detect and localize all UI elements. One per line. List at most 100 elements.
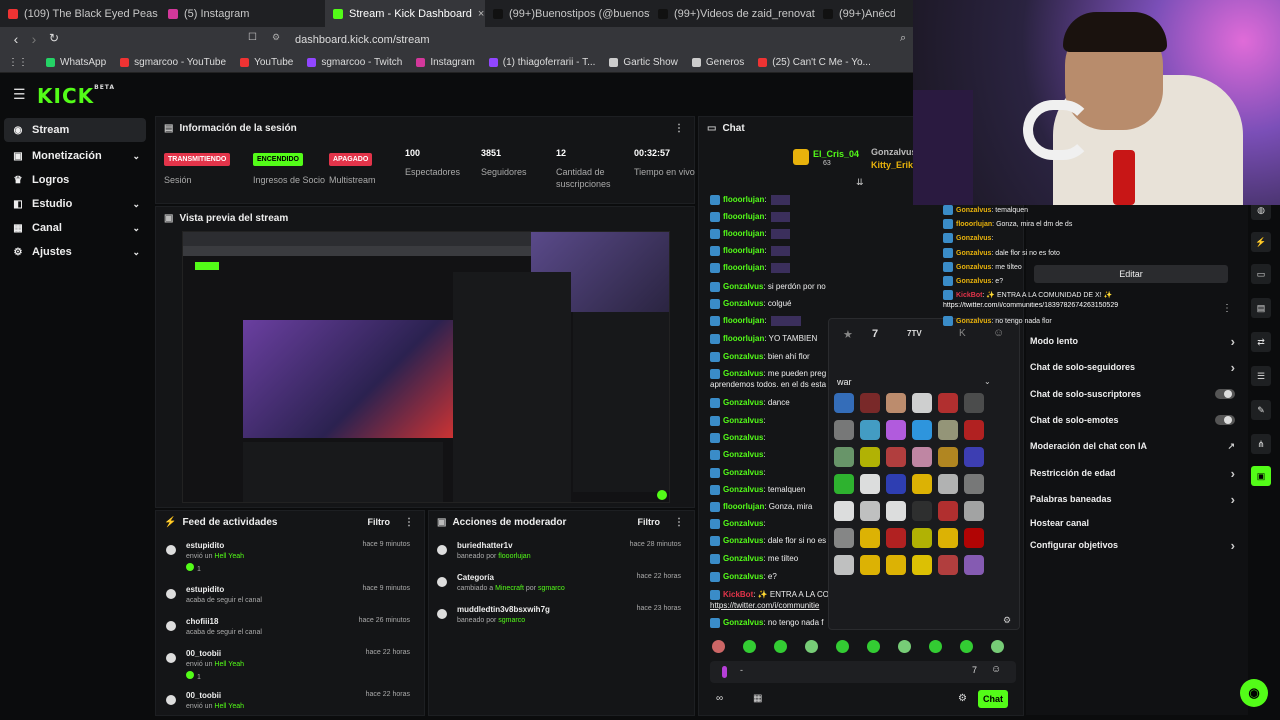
gear-icon[interactable]: ⚙ bbox=[1003, 615, 1011, 626]
mod-by-user[interactable]: flooorlujan bbox=[498, 553, 530, 560]
list-icon[interactable]: ☰ bbox=[1251, 366, 1271, 386]
sync-icon[interactable]: ⇄ bbox=[1251, 332, 1271, 352]
filter-button[interactable]: Filtro bbox=[368, 517, 391, 527]
forward-icon[interactable]: › bbox=[24, 31, 44, 47]
chat-username[interactable]: Gonzalvus bbox=[956, 235, 991, 242]
emote-option[interactable] bbox=[834, 420, 854, 440]
emote-option[interactable] bbox=[860, 474, 880, 494]
chat-username[interactable]: KickBot bbox=[956, 292, 982, 299]
emote-option[interactable] bbox=[912, 420, 932, 440]
quick-emote[interactable] bbox=[929, 640, 942, 653]
browser-tab[interactable]: (109) The Black Eyed Peas - I Got bbox=[0, 0, 160, 27]
tab-7tv[interactable]: 7TV bbox=[907, 329, 922, 338]
mod-by-user[interactable]: sgmarco bbox=[498, 617, 525, 624]
emote-option[interactable] bbox=[964, 528, 984, 548]
emote-option[interactable] bbox=[912, 393, 932, 413]
emote-option[interactable] bbox=[860, 447, 880, 467]
chat-username[interactable]: Gonzalvus bbox=[956, 250, 991, 257]
bookmark-item[interactable]: Instagram bbox=[416, 57, 475, 68]
mod-target[interactable]: Minecraft bbox=[495, 585, 524, 592]
share-icon[interactable]: ⋔ bbox=[1251, 434, 1271, 454]
browser-tab[interactable]: (5) Instagram bbox=[160, 0, 325, 27]
pinned-user[interactable]: El_Cris_04 bbox=[813, 149, 859, 159]
emote-option[interactable] bbox=[886, 474, 906, 494]
site-info-icon[interactable]: ⚙ bbox=[272, 32, 280, 43]
chat-setting-row[interactable]: Palabras baneadas › bbox=[1030, 491, 1235, 507]
chat-setting-row[interactable]: Chat de solo-seguidores › bbox=[1030, 359, 1235, 375]
chat-username[interactable]: Gonzalvus bbox=[723, 554, 763, 563]
chat-username[interactable]: Gonzalvus bbox=[723, 485, 763, 494]
chat-username[interactable]: Gonzalvus bbox=[723, 299, 763, 308]
smile-icon[interactable]: ☺ bbox=[991, 664, 1001, 675]
bookmark-item[interactable]: (1) thiagoferrarii - T... bbox=[488, 57, 595, 68]
chat-username[interactable]: Gonzalvus bbox=[956, 318, 991, 325]
sidebar-item[interactable]: ♛ Logros bbox=[0, 168, 150, 192]
quick-emote[interactable] bbox=[805, 640, 818, 653]
chat-setting-row[interactable]: Configurar objetivos › bbox=[1030, 537, 1235, 553]
chat-setting-row[interactable]: Restricción de edad › bbox=[1030, 465, 1235, 481]
quick-emote[interactable] bbox=[960, 640, 973, 653]
kick-tab-icon[interactable]: K bbox=[959, 328, 966, 339]
7tv-icon[interactable]: 7 bbox=[972, 665, 977, 675]
emote-option[interactable] bbox=[834, 393, 854, 413]
emote-option[interactable] bbox=[860, 393, 880, 413]
chevron-down-icon[interactable]: ⌄ bbox=[984, 377, 991, 386]
emote-option[interactable] bbox=[964, 555, 984, 575]
chat-setting-row[interactable]: Hostear canal bbox=[1030, 515, 1235, 531]
wrench-icon[interactable]: ✎ bbox=[1251, 400, 1271, 420]
emote-option[interactable] bbox=[860, 555, 880, 575]
kick-logo[interactable]: KICKBETA bbox=[37, 84, 115, 108]
quick-emote[interactable] bbox=[774, 640, 787, 653]
bookmark-item[interactable]: sgmarcoo - YouTube bbox=[120, 57, 226, 68]
bolt-icon[interactable]: ⚡ bbox=[1251, 232, 1271, 252]
emote-option[interactable] bbox=[912, 447, 932, 467]
chat-setting-row[interactable]: Modo lento › bbox=[1030, 333, 1235, 349]
back-icon[interactable]: ‹ bbox=[6, 31, 26, 47]
emote-option[interactable] bbox=[938, 447, 958, 467]
quick-emote[interactable] bbox=[898, 640, 911, 653]
emote-option[interactable] bbox=[964, 474, 984, 494]
edit-button[interactable]: Editar bbox=[1034, 265, 1228, 283]
chat-input[interactable]: - 7 ☺ bbox=[710, 661, 1016, 683]
filter-button[interactable]: Filtro bbox=[638, 517, 661, 527]
emote-search-value[interactable]: war bbox=[837, 377, 852, 387]
browser-tab[interactable]: (99+)Videos de zaid_renovato06 (@ bbox=[650, 0, 815, 27]
chat-setting-row[interactable]: Chat de solo-emotes bbox=[1030, 412, 1235, 428]
quick-emote[interactable] bbox=[836, 640, 849, 653]
emote-option[interactable] bbox=[860, 528, 880, 548]
emote-option[interactable] bbox=[886, 528, 906, 548]
chat-icon[interactable]: ▤ bbox=[1251, 298, 1271, 318]
help-icon[interactable]: ◉ bbox=[1240, 679, 1268, 707]
emote-option[interactable] bbox=[886, 420, 906, 440]
emote-option[interactable] bbox=[886, 555, 906, 575]
7tv-tab-icon[interactable]: 7 bbox=[872, 328, 878, 340]
emote-option[interactable] bbox=[964, 420, 984, 440]
smile-icon[interactable]: ☺ bbox=[993, 327, 1004, 339]
chat-username[interactable]: Gonzalvus bbox=[723, 519, 763, 528]
emote-option[interactable] bbox=[912, 474, 932, 494]
chat-username[interactable]: Gonzalvus bbox=[723, 536, 763, 545]
kebab-menu-icon[interactable]: ⋮ bbox=[674, 517, 684, 528]
chat-username[interactable]: flooorlujan bbox=[956, 221, 992, 228]
kebab-menu-icon[interactable]: ⋮ bbox=[674, 123, 684, 134]
quick-emote[interactable] bbox=[743, 640, 756, 653]
emote-option[interactable] bbox=[834, 447, 854, 467]
emote-option[interactable] bbox=[938, 555, 958, 575]
chat-username[interactable]: Gonzalvus bbox=[723, 433, 763, 442]
emote-option[interactable] bbox=[860, 420, 880, 440]
bookmark-item[interactable]: sgmarcoo - Twitch bbox=[307, 57, 402, 68]
reload-icon[interactable]: ↻ bbox=[44, 31, 64, 45]
emote-option[interactable] bbox=[938, 528, 958, 548]
emote-option[interactable] bbox=[886, 501, 906, 521]
chat-username[interactable]: flooorlujan bbox=[723, 502, 764, 511]
toggle-switch[interactable] bbox=[1215, 415, 1235, 425]
emote-option[interactable] bbox=[938, 474, 958, 494]
apps-icon[interactable]: ⋮⋮ bbox=[8, 57, 28, 68]
bookmark-item[interactable]: WhatsApp bbox=[46, 57, 106, 68]
chat-username[interactable]: Gonzalvus bbox=[723, 450, 763, 459]
gift-icon[interactable]: ▦ bbox=[753, 693, 762, 704]
chat-username[interactable]: Gonzalvus bbox=[723, 352, 763, 361]
emote-option[interactable] bbox=[834, 555, 854, 575]
chat-setting-row[interactable]: Moderación del chat con IA ↗ bbox=[1030, 438, 1235, 454]
emote-option[interactable] bbox=[964, 501, 984, 521]
